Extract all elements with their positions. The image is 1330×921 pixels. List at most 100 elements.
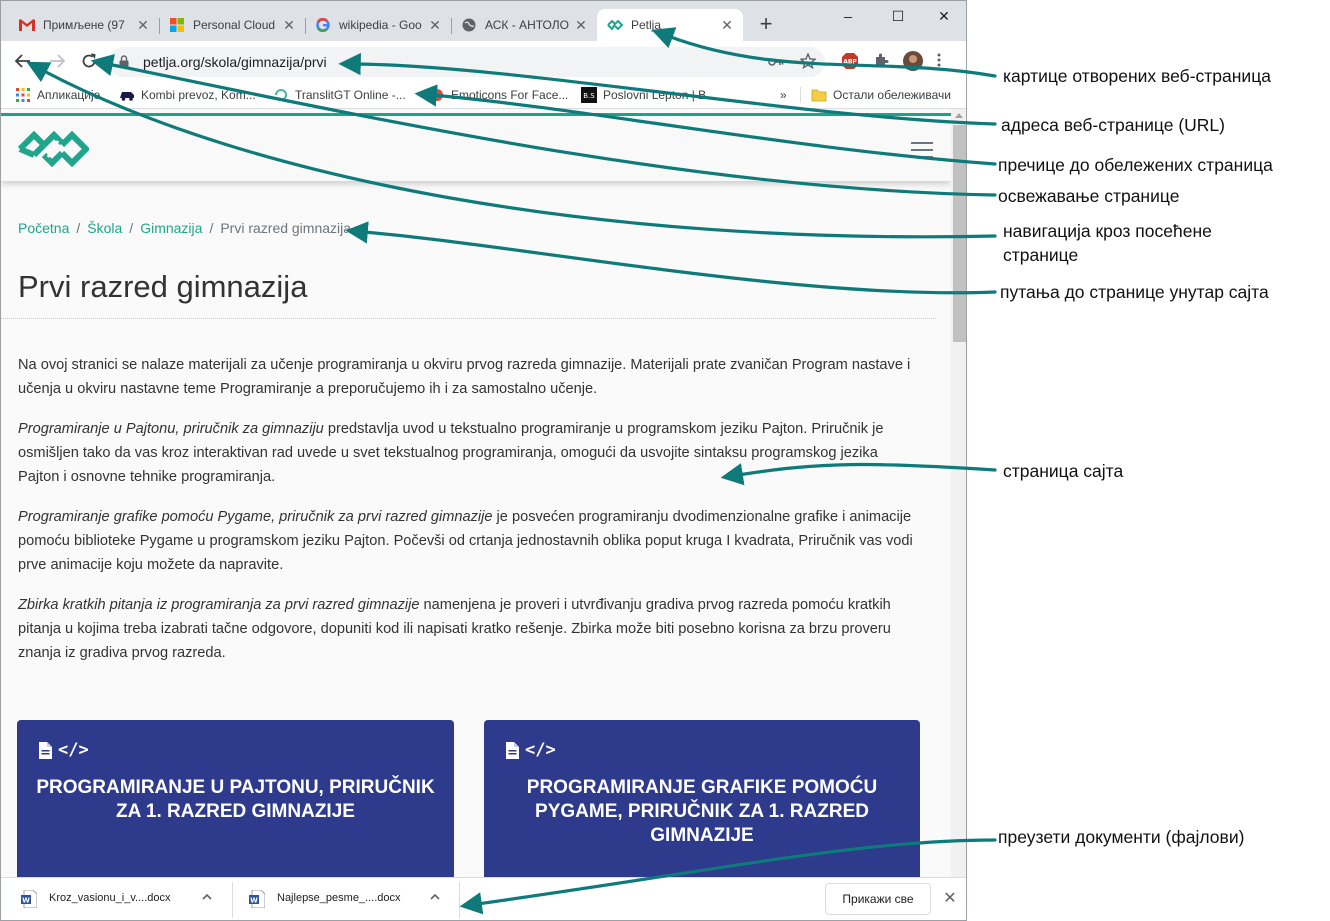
pygame-paragraph: Programiranje grafike pomoću Pygame, pri… — [18, 505, 923, 577]
translit-icon — [275, 89, 287, 101]
minimize-button[interactable]: – — [833, 5, 863, 27]
code-icon: </> — [525, 740, 556, 760]
reload-button[interactable] — [77, 49, 101, 73]
window-close-button[interactable]: ✕ — [929, 5, 959, 27]
bookmark-label: Poslovni Lepton | B... — [603, 88, 717, 102]
course-card-pygame[interactable]: </> PROGRAMIRANJE GRAFIKE POMOĆU PYGAME,… — [484, 720, 920, 877]
back-button[interactable] — [11, 49, 35, 73]
course-card-pajton[interactable]: </> PROGRAMIRANJE U PAJTONU, PRIRUČNIK Z… — [17, 720, 454, 877]
tab-title: Personal Cloud — [193, 18, 276, 32]
annotation-navigation: навигација кроз посећене — [1003, 221, 1212, 241]
address-bar[interactable]: petlja.org/skola/gimnazija/prvi — [109, 47, 825, 77]
tab-petlja[interactable]: Petlja ✕ — [597, 9, 743, 41]
annotation-tabs: картице отворених веб-страница — [1003, 66, 1271, 86]
download-filename: Kroz_vasionu_i_v....docx — [49, 892, 171, 904]
page-title: Prvi razred gimnazija — [18, 269, 308, 304]
bookmarks-bar: Апликације Kombi prevoz, Kom... Translit… — [1, 81, 966, 109]
reload-icon — [82, 53, 96, 68]
tab-strip: Примљене (97 ✕ Personal Cloud ✕ wikipedi… — [1, 1, 966, 41]
bookmark-kombi[interactable]: Kombi prevoz, Kom... — [119, 86, 259, 104]
scrollbar-thumb[interactable] — [953, 125, 966, 342]
chevron-up-icon[interactable] — [429, 891, 441, 903]
bookmark-poslovni-lepton[interactable]: B.S Poslovni Lepton | B... — [581, 86, 717, 104]
browser-window: Примљене (97 ✕ Personal Cloud ✕ wikipedi… — [0, 0, 967, 921]
maximize-button[interactable]: ☐ — [883, 5, 913, 27]
tab-title: Petlja — [631, 18, 662, 32]
url-text[interactable]: petlja.org/skola/gimnazija/prvi — [143, 54, 327, 70]
close-icon[interactable]: ✕ — [719, 17, 735, 33]
bookmark-apps[interactable]: Апликације — [15, 86, 115, 104]
bookmark-translit[interactable]: TranslitGT Online -... — [273, 86, 407, 104]
apps-grid-icon — [16, 88, 30, 102]
show-all-downloads-button[interactable]: Прикажи све — [825, 883, 931, 915]
tab-title: Примљене (97 — [43, 18, 125, 32]
profile-avatar[interactable] — [903, 51, 923, 71]
word-doc-icon: W — [21, 890, 37, 908]
petlja-logo[interactable] — [17, 129, 89, 169]
word-doc-icon: W — [249, 890, 265, 908]
site-header — [1, 116, 951, 181]
bookmarks-overflow-button[interactable]: » — [780, 86, 787, 104]
forward-arrow-icon — [50, 54, 66, 68]
annotated-screenshot: Примљене (97 ✕ Personal Cloud ✕ wikipedi… — [0, 0, 1330, 921]
star-icon[interactable] — [799, 52, 817, 71]
card-icons: </> — [39, 740, 89, 760]
breadcrumb-current: Prvi razred gimnazija — [220, 220, 352, 236]
tab-title: wikipedia - Goo — [339, 18, 422, 32]
forward-button[interactable] — [45, 49, 69, 73]
breadcrumb-link-pocetna[interactable]: Početna — [18, 220, 69, 236]
download-item[interactable]: W Najlepse_pesme_....docx — [229, 878, 457, 920]
tab-title: АСК - АНТОЛО — [485, 18, 569, 32]
menu-kebab-icon[interactable] — [937, 52, 945, 70]
other-bookmarks[interactable]: Остали обележивачи — [811, 86, 961, 104]
adblock-icon[interactable]: ABP — [841, 52, 859, 70]
new-tab-button[interactable]: + — [755, 13, 777, 36]
menu-hamburger-icon[interactable] — [911, 142, 933, 159]
annotation-page: страница сајта — [1003, 461, 1124, 481]
web-page: Početna / Škola / Gimnazija / Prvi razred gimn… — [1, 109, 951, 877]
breadcrumb-link-gimnazija[interactable]: Gimnazija — [140, 220, 202, 236]
key-icon[interactable] — [767, 53, 785, 71]
google-icon — [315, 17, 331, 33]
download-item[interactable]: W Kroz_vasionu_i_v....docx — [1, 878, 229, 920]
close-icon[interactable]: ✕ — [135, 17, 151, 33]
back-arrow-icon — [14, 54, 30, 68]
close-icon[interactable]: ✕ — [427, 17, 443, 33]
close-downloads-icon[interactable]: ✕ — [940, 888, 960, 908]
card-title: PROGRAMIRANJE GRAFIKE POMOĆU PYGAME, PRI… — [526, 777, 878, 846]
globe-icon — [461, 17, 477, 33]
tab-wikipedia[interactable]: wikipedia - Goo ✕ — [305, 9, 451, 41]
breadcrumb: Početna / Škola / Gimnazija / Prvi razred gimn… — [18, 220, 351, 236]
extensions-icon[interactable] — [873, 52, 891, 70]
breadcrumb-separator: / — [209, 220, 214, 236]
tab-personal-cloud[interactable]: Personal Cloud ✕ — [159, 9, 305, 41]
annotation-breadcrumb: путања до странице унутар сајта — [1000, 282, 1269, 302]
intro-paragraph: Na ovoj stranici se nalaze materijali za… — [18, 353, 923, 401]
zbirka-paragraph: Zbirka kratkih pitanja iz programiranja … — [18, 593, 923, 665]
downloads-bar: W Kroz_vasionu_i_v....docx W Najlepse_pe… — [1, 877, 966, 920]
tab-gmail[interactable]: Примљене (97 ✕ — [9, 9, 159, 41]
download-divider — [459, 882, 460, 918]
browser-toolbar: petlja.org/skola/gimnazija/prvi ABP — [1, 41, 966, 81]
page-scrollbar[interactable] — [951, 109, 966, 877]
paragraph-text: Na ovoj stranici se nalaze materijali za… — [18, 357, 911, 397]
pajton-paragraph: Programiranje u Pajtonu, priručnik za gi… — [18, 417, 923, 489]
bookmark-label: Апликације — [37, 88, 101, 102]
emoticon-icon — [431, 89, 443, 101]
annotation-reload: освежавање странице — [998, 186, 1180, 206]
document-icon — [39, 741, 52, 759]
bookmark-label: Остали обележивачи — [833, 88, 951, 102]
svg-text:W: W — [22, 897, 30, 905]
card-title: PROGRAMIRANJE U PAJTONU, PRIRUČNIK ZA 1.… — [36, 777, 435, 822]
microsoft-icon — [169, 17, 185, 33]
bookmark-emoticons[interactable]: Emoticons For Face... — [429, 86, 569, 104]
chevron-up-icon[interactable] — [201, 891, 213, 903]
close-icon[interactable]: ✕ — [573, 17, 589, 33]
tab-ask-antologija[interactable]: АСК - АНТОЛО ✕ — [451, 9, 597, 41]
close-icon[interactable]: ✕ — [281, 17, 297, 33]
svg-text:B.S: B.S — [583, 92, 595, 100]
petlja-icon — [607, 17, 623, 33]
breadcrumb-link-skola[interactable]: Škola — [87, 220, 122, 236]
card-icons: </> — [506, 740, 556, 760]
scroll-up-icon[interactable] — [955, 113, 963, 118]
